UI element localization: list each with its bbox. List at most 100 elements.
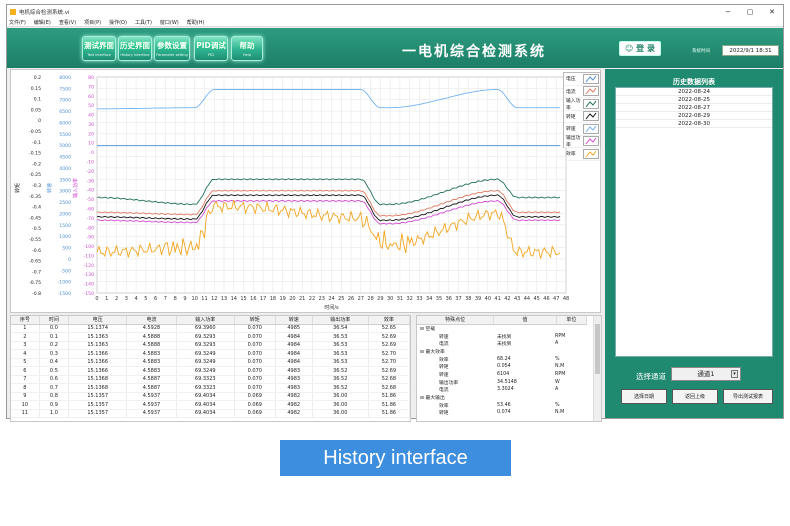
tree-row[interactable]: 转速 6104 RPM: [417, 371, 601, 379]
dropdown-arrow-icon[interactable]: ▾: [731, 370, 738, 378]
history-item[interactable]: 2022-08-30: [616, 120, 772, 128]
data-col-header: 输出功率: [312, 316, 369, 325]
tree-unit: N.M: [555, 410, 565, 416]
feature-tree[interactable]: ⊟ 空载 转速 未找到 RPM 电流 未找到 A ⊟ 最大效率 效率 68.24% 转矩 0.054 N…: [417, 325, 601, 417]
history-item[interactable]: 2022-08-24: [616, 88, 772, 96]
legend-item[interactable]: 转矩: [564, 111, 600, 123]
table-row[interactable]: 10 0.9 15.1357 4.5937 69.4034 0.069 4982 36.00 5…: [11, 400, 410, 410]
y-tick-label: -100: [84, 244, 95, 250]
header-bar: 测试界面 Test interface 历史界面 History interfa…: [7, 28, 783, 68]
tree-label: 最大输出: [425, 396, 445, 402]
feature-scrollbar[interactable]: [593, 316, 601, 421]
table-cell: 4983: [275, 366, 313, 376]
tree-row[interactable]: 效率 68.24%: [417, 355, 601, 363]
minimize-button[interactable]: −: [717, 8, 739, 16]
nav-history-button[interactable]: 历史界面 History interface: [118, 36, 152, 61]
table-cell: 36.00: [312, 400, 369, 410]
table-row[interactable]: 9 0.8 15.1357 4.5937 69.4034 0.069 4982 36.00 51…: [11, 392, 410, 401]
table-cell: 4.5883: [126, 358, 177, 367]
legend-item[interactable]: 输入功率: [564, 98, 600, 111]
table-row[interactable]: 1 0.0 15.1374 4.5928 69.3960 0.070 4985 36.54 52…: [11, 324, 410, 333]
table-row[interactable]: 7 0.6 15.1368 4.5887 69.3323 0.070 4983 36.52 52…: [11, 375, 410, 384]
x-tick-label: 30: [387, 296, 393, 302]
table-row[interactable]: 2 0.1 15.1363 4.5888 69.3293 0.070 4984 36.53 52…: [11, 332, 410, 342]
table-cell: 4.5888: [126, 332, 177, 342]
user-icon: ☺: [625, 44, 634, 53]
tree-row[interactable]: 效率 53.46%: [417, 401, 601, 409]
menu-tools[interactable]: 工具(T): [135, 19, 152, 26]
y-tick-label: 3000: [59, 189, 71, 195]
table-cell: 15.1357: [68, 409, 128, 418]
table-row[interactable]: 3 0.2 15.1363 4.5888 69.3293 0.070 4984 36.53 52…: [11, 341, 410, 350]
close-button[interactable]: ✕: [761, 8, 783, 16]
tree-row[interactable]: ⊟ 空载: [417, 325, 601, 333]
tree-row[interactable]: 转矩 0.054 N.M: [417, 363, 601, 371]
menu-window[interactable]: 窗口(W): [160, 19, 179, 26]
y-tick-label: 60: [88, 94, 94, 100]
nav-pid-button[interactable]: PID调试 PID: [194, 36, 228, 61]
maximize-button[interactable]: ▢: [739, 8, 761, 16]
data-table: 序号 时间 电压 电流 输入功率 转矩 转速 输出功率 效率 1 0.0 15.1374 4.5928…: [11, 316, 410, 418]
y-tick-label: 0.2: [34, 75, 41, 81]
table-cell: 4985: [275, 324, 313, 333]
x-tick-label: 7: [164, 296, 167, 302]
channel-select[interactable]: 通道1 ▾: [671, 367, 741, 381]
export-report-button[interactable]: 导出测试报表: [723, 389, 773, 404]
scroll-thumb[interactable]: [595, 324, 600, 374]
y-tick-label: -0.3: [32, 183, 41, 189]
table-row[interactable]: 11 1.0 15.1357 4.5937 69.4034 0.069 4982 36.00 5…: [11, 409, 410, 418]
x-tick-label: 3: [125, 296, 128, 302]
x-tick-label: 41: [494, 296, 500, 302]
table-cell: 0.8: [39, 392, 70, 401]
x-tick-label: 28: [367, 296, 373, 302]
legend-item[interactable]: 电压: [564, 73, 600, 86]
tree-row[interactable]: 转速 未找到 RPM: [417, 332, 601, 340]
table-cell: 4.5883: [126, 366, 177, 376]
history-list[interactable]: 2022-08-24 2022-08-25 2022-08-27 2022-08…: [615, 87, 773, 357]
history-item[interactable]: 2022-08-27: [616, 104, 772, 112]
history-item[interactable]: 2022-08-25: [616, 96, 772, 104]
tree-label: 输出功率: [439, 380, 459, 386]
legend-swatch: [583, 111, 599, 122]
legend-item[interactable]: 输出功率: [564, 136, 600, 148]
table-cell: 4984: [275, 358, 313, 367]
history-item[interactable]: 2022-08-29: [616, 112, 772, 120]
legend-label: 效率: [566, 152, 576, 158]
nav-parameter-button[interactable]: 参数设置 Parameter setting: [154, 36, 190, 61]
table-row[interactable]: 4 0.3 15.1366 4.5883 69.3249 0.070 4984 36.53 52…: [11, 349, 410, 359]
table-row[interactable]: 8 0.7 15.1368 4.5887 69.3323 0.070 4983 36.52 52…: [11, 383, 410, 393]
y-tick-label: -0.8: [32, 291, 41, 297]
nav-test-button[interactable]: 测试界面 Test interface: [82, 36, 116, 61]
table-cell: 4.5937: [126, 409, 177, 418]
menu-project[interactable]: 项目(P): [84, 19, 101, 26]
return-button[interactable]: 返回上级: [672, 389, 718, 404]
x-axis-label: 时间/s: [324, 304, 339, 311]
menu-file[interactable]: 文件(F): [9, 19, 26, 26]
tree-row[interactable]: ⊟ 最大效率: [417, 348, 601, 356]
menu-edit[interactable]: 编辑(E): [34, 19, 51, 26]
tree-row[interactable]: 输出功率 34.5148 W: [417, 378, 601, 386]
tree-row[interactable]: 电流 3.3024 A: [417, 386, 601, 394]
select-date-button[interactable]: 选择日期: [621, 389, 667, 404]
y-tick-label: -150: [84, 291, 95, 297]
table-row[interactable]: 6 0.5 15.1366 4.5883 69.3249 0.070 4983 36.52 52…: [11, 366, 410, 376]
tree-row[interactable]: ⊟ 最大输出: [417, 394, 601, 402]
x-tick-label: 44: [524, 296, 530, 302]
table-row[interactable]: 5 0.4 15.1366 4.5883 69.3249 0.070 4984 36.53 52…: [11, 358, 410, 367]
tree-row[interactable]: 电流 未找到 A: [417, 340, 601, 348]
menu-operate[interactable]: 操作(O): [109, 19, 127, 26]
history-chart-panel: 0 1 2 3 4 5 6 7 8 9 10 11 12 13 14 15 16 17 18 19 20 21 22 23 24…: [10, 69, 601, 313]
nav-help-button[interactable]: 帮助 Help: [231, 36, 263, 61]
menu-help[interactable]: 帮助(H): [187, 19, 205, 26]
table-cell: 52.70: [368, 349, 410, 359]
history-chart[interactable]: 0 1 2 3 4 5 6 7 8 9 10 11 12 13 14 15 16 17 18 19 20 21 22 23 24…: [11, 70, 602, 314]
y-tick-label: -10: [86, 160, 94, 166]
menu-view[interactable]: 查看(V): [59, 19, 76, 26]
login-button[interactable]: ☺ 登 录: [619, 41, 661, 56]
nav-sublabel: PID: [208, 53, 214, 57]
data-col-header: 时间: [39, 316, 70, 325]
tree-row[interactable]: 转矩 0.074 N.M: [417, 409, 601, 417]
y-tick-label: 4000: [59, 166, 71, 172]
tree-value: 0.074: [497, 410, 511, 416]
legend-item[interactable]: 效率: [564, 148, 600, 161]
